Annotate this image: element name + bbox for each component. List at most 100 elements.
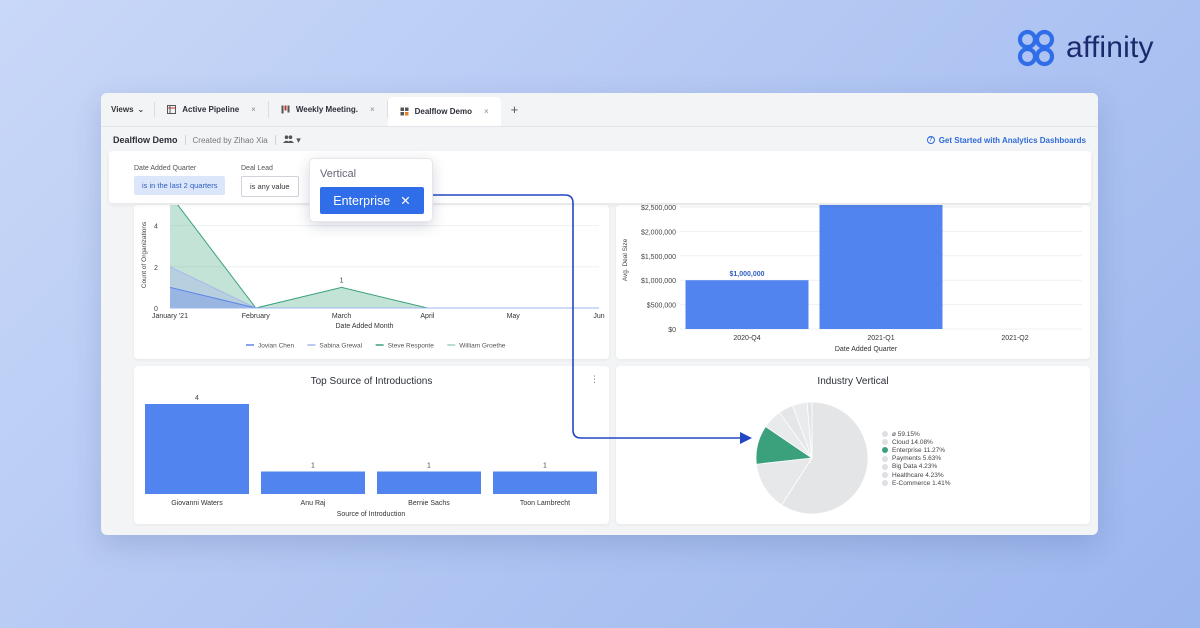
close-icon[interactable]: ✕	[400, 193, 410, 208]
card-title: Industry Vertical	[817, 376, 889, 387]
tab-label: Active Pipeline	[182, 105, 240, 114]
y-axis-label: Count of Organizations	[141, 221, 148, 288]
help-link[interactable]: ? Get Started with Analytics Dashboards	[926, 135, 1086, 145]
board-icon	[281, 105, 290, 114]
affinity-logo-icon	[1017, 29, 1055, 67]
help-icon: ?	[926, 136, 935, 144]
legend-label: Sabina Grewal	[319, 343, 362, 350]
area-chart: 0 2 4 Count of Organizations 1 January '21 Feb…	[141, 205, 605, 350]
card-title: Top Source of Introductions	[310, 376, 433, 387]
x-tick-label: January '21	[152, 313, 188, 320]
legend-label: Enterprise 11.27%	[892, 446, 945, 454]
app-window: Views ⌄ Active Pipeline × Weekly Meeting…	[101, 93, 1098, 535]
tab-active-pipeline[interactable]: Active Pipeline ×	[155, 101, 269, 118]
popover-label: Vertical	[320, 168, 357, 180]
data-label: 4	[195, 395, 199, 402]
help-link-label: Get Started with Analytics Dashboards	[938, 135, 1086, 145]
legend-item: E-Commerce 1.41%	[882, 479, 951, 487]
dashboard-header: Dealflow Demo Created by Zihao Xia ▾ ? G…	[101, 127, 1098, 153]
y-tick-label: $1,500,000	[641, 254, 676, 261]
more-icon[interactable]: ⋮	[590, 374, 599, 385]
chart-card-industry: Industry Vertical ø 59.15% Cloud 14.08% En…	[616, 366, 1090, 524]
x-axis-label: Date Added Quarter	[835, 346, 898, 353]
legend-dot	[882, 439, 888, 446]
y-tick-label: 4	[154, 224, 158, 231]
x-tick-label: 2021-Q2	[1001, 335, 1028, 342]
legend-dot	[882, 431, 888, 438]
bar	[685, 280, 809, 329]
tab-weekly-meeting[interactable]: Weekly Meeting. ×	[269, 101, 388, 118]
x-tick-label: February	[242, 313, 271, 320]
legend-dot	[882, 480, 888, 487]
legend-label: ø 59.15%	[892, 430, 920, 438]
chart-card-organizations: 0 2 4 Count of Organizations 1 January '21 Feb…	[134, 205, 609, 359]
tab-dealflow-demo[interactable]: Dealflow Demo ×	[387, 97, 501, 126]
close-icon[interactable]: ×	[484, 107, 489, 116]
legend-item: Enterprise 11.27%	[882, 446, 951, 454]
pie-legend: ø 59.15% Cloud 14.08% Enterprise 11.27% Pay…	[882, 430, 951, 487]
y-tick-label: $0	[668, 327, 676, 334]
x-axis-label: Source of Introduction	[337, 511, 406, 518]
affinity-logo: affinity	[1016, 28, 1154, 68]
dashboard-title: Dealflow Demo	[113, 135, 178, 145]
y-tick-label: 0	[154, 306, 158, 313]
views-dropdown[interactable]: Views ⌄	[101, 102, 156, 117]
legend-item: Healthcare 4.23%	[882, 471, 951, 479]
divider	[184, 135, 186, 145]
y-tick-label: $500,000	[647, 303, 676, 310]
legend-item: ø 59.15%	[882, 430, 951, 438]
filter-date-added-quarter[interactable]: Date Added Quarter is in the last 2 quar…	[134, 165, 226, 195]
table-icon	[167, 105, 177, 114]
x-tick-label: 2021-Q1	[867, 335, 894, 342]
enterprise-chip[interactable]: Enterprise ✕	[320, 187, 424, 214]
share-button[interactable]: ▾	[282, 134, 301, 146]
legend-item: Big Data 4.23%	[882, 463, 951, 471]
filter-value[interactable]: is in the last 2 quarters	[134, 176, 226, 195]
close-icon[interactable]: ×	[251, 105, 256, 114]
vertical-filter-popover: Vertical Enterprise ✕	[309, 158, 433, 222]
views-label: Views	[111, 105, 134, 114]
dashboard-icon	[400, 107, 409, 116]
bar	[819, 205, 943, 329]
add-tab-button[interactable]: +	[501, 93, 529, 126]
bar	[493, 471, 597, 494]
y-tick-label: $2,000,000	[641, 229, 676, 236]
filter-bar: Date Added Quarter is in the last 2 quar…	[109, 151, 1091, 203]
filter-value[interactable]: is any value	[241, 176, 299, 197]
legend-item: Cloud 14.08%	[882, 438, 951, 446]
deal-size-bar-chart: $0 $500,000 $1,000,000 $1,500,000 $2,000,000…	[622, 205, 1082, 353]
legend-label: Cloud 14.08%	[892, 438, 933, 446]
y-tick-label: $1,000,000	[641, 278, 676, 285]
y-tick-label: $2,500,000	[641, 205, 676, 212]
caret-icon: ▾	[296, 134, 301, 145]
legend-label: Payments 5.63%	[892, 455, 942, 463]
sources-bar-chart: 4 Giovanni Waters 1 Anu Raj 1 Bernie Sachs 1 To…	[145, 395, 597, 518]
legend-dot	[882, 455, 888, 462]
x-tick-label: 2020-Q4	[733, 335, 760, 342]
brand-name: affinity	[1066, 31, 1154, 64]
legend-item: Payments 5.63%	[882, 455, 951, 463]
y-axis-label: Avg. Deal Size	[622, 238, 629, 281]
legend-label: Big Data 4.23%	[892, 463, 938, 471]
data-label: 1	[340, 277, 344, 284]
filter-label: Deal Lead	[241, 165, 273, 172]
x-tick-label: March	[332, 313, 352, 320]
bar	[377, 471, 481, 494]
filter-deal-lead[interactable]: Deal Lead is any value	[241, 165, 299, 197]
chart-card-sources: 4 Giovanni Waters 1 Anu Raj 1 Bernie Sachs 1 To…	[134, 366, 609, 524]
industry-pie-chart	[755, 401, 869, 515]
x-tick-label: Bernie Sachs	[408, 500, 450, 507]
bar	[145, 404, 249, 494]
created-by: Created by Zihao Xia	[192, 135, 268, 145]
data-label: 1	[543, 463, 547, 470]
chip-label: Enterprise	[333, 193, 391, 208]
close-icon[interactable]: ×	[370, 105, 375, 114]
legend-label: Healthcare 4.23%	[892, 471, 944, 479]
bar	[261, 471, 365, 494]
x-tick-label: Jun	[593, 313, 604, 320]
divider	[274, 135, 276, 145]
legend-dot	[882, 447, 888, 454]
legend-label: E-Commerce 1.41%	[892, 479, 951, 487]
x-tick-label: Giovanni Waters	[171, 500, 223, 507]
legend-label: Jovian Chen	[258, 343, 295, 350]
